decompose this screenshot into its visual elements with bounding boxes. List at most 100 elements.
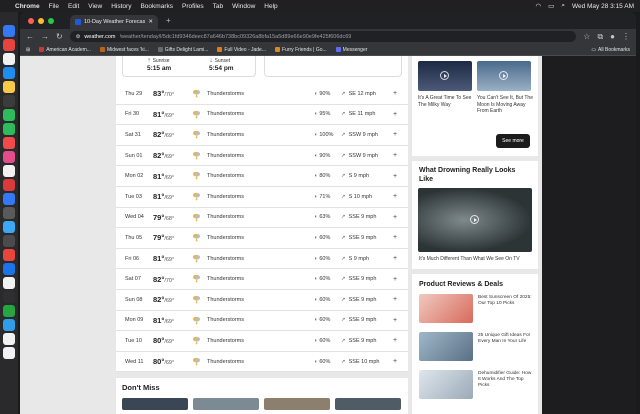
deal-image[interactable] — [419, 294, 473, 323]
forecast-row[interactable]: Tue 10 80°/69° Thunderstorms ◖ 60% ➚ SSE 9 mph… — [116, 331, 408, 352]
forward-icon[interactable]: → — [41, 32, 49, 41]
expand-icon[interactable]: + — [393, 131, 397, 138]
app-icon[interactable] — [3, 333, 15, 345]
bookmark-item[interactable]: Midwest faces 'ki... — [99, 47, 149, 53]
expand-icon[interactable]: + — [393, 276, 397, 283]
minimize-window-icon[interactable] — [38, 17, 44, 24]
bookmark-item[interactable]: Full Video - Jade... — [217, 47, 266, 53]
forecast-row[interactable]: Mon 02 81°/69° Thunderstorms ◖ 80% ➚ S 9 mph + — [116, 166, 408, 187]
new-tab-icon[interactable]: + — [166, 16, 171, 25]
expand-icon[interactable]: + — [393, 111, 397, 118]
forecast-row[interactable]: Tue 03 81°/69° Thunderstorms ◖ 71% ➚ S 10 mph + — [116, 187, 408, 208]
wifi-icon[interactable]: ◠ — [536, 2, 542, 10]
app-icon[interactable] — [3, 165, 15, 177]
menu-file[interactable]: File — [49, 3, 59, 10]
app-icon[interactable] — [3, 221, 15, 233]
app-icon[interactable] — [3, 67, 15, 79]
expand-icon[interactable]: + — [393, 255, 397, 262]
site-info-icon[interactable]: ⊜ — [76, 34, 81, 40]
close-window-icon[interactable] — [28, 17, 34, 24]
forecast-row[interactable]: Sun 08 82°/69° Thunderstorms ◖ 60% ➚ SSE 9 mph… — [116, 290, 408, 311]
menu-profiles[interactable]: Profiles — [182, 3, 204, 10]
see-more-button[interactable]: See more — [496, 134, 530, 148]
forecast-row[interactable]: Fri 30 81°/69° Thunderstorms ◖ 95% ➚ SE 11 mph… — [116, 105, 408, 126]
menu-bookmarks[interactable]: Bookmarks — [140, 3, 173, 10]
expand-icon[interactable]: + — [393, 296, 397, 303]
video-thumb-moon[interactable] — [477, 61, 531, 91]
all-bookmarks[interactable]: ▭ All Bookmarks — [591, 47, 630, 53]
close-tab-icon[interactable]: ✕ — [148, 19, 153, 25]
bookmark-item[interactable]: Messenger — [335, 47, 367, 53]
deal-text[interactable]: Best Sunscreen Of 2025: Our Top 10 Picks — [478, 295, 534, 307]
app-icon[interactable] — [3, 319, 15, 331]
dont-miss-thumb[interactable] — [335, 398, 401, 410]
bookmark-item[interactable]: American Academ... — [39, 47, 91, 53]
address-bar[interactable]: ⊜ weather.com/weather/tenday/l/5dc1fd934… — [69, 31, 577, 42]
dont-miss-thumb[interactable] — [122, 398, 188, 410]
expand-icon[interactable]: + — [393, 358, 397, 365]
menu-view[interactable]: View — [88, 3, 102, 10]
app-icon[interactable] — [3, 123, 15, 135]
app-icon[interactable] — [3, 235, 15, 247]
menu-window[interactable]: Window — [232, 3, 255, 10]
forecast-row[interactable]: Wed 11 80°/69° Thunderstorms ◖ 60% ➚ SSE 10 mp… — [116, 352, 408, 373]
bookmark-item[interactable]: Gifts Delight Lami... — [157, 47, 208, 53]
deal-item[interactable]: Dehumidifier Guide: How It Works And The… — [419, 370, 533, 400]
forecast-row[interactable]: Sat 07 82°/70° Thunderstorms ◖ 60% ➚ SSE 9 mph… — [116, 269, 408, 290]
video-caption[interactable]: It's A Great Time To See The Milky Way — [418, 95, 472, 108]
drowning-caption[interactable]: It's Much Different Than What We See On … — [419, 256, 533, 263]
menu-app-name[interactable]: Chrome — [15, 3, 40, 10]
app-icon[interactable] — [3, 249, 15, 261]
forecast-row[interactable]: Mon 09 81°/69° Thunderstorms ◖ 60% ➚ SSE 9 mph… — [116, 311, 408, 332]
deal-text[interactable]: 25 Unique Gift Ideas For Every Man In Yo… — [478, 333, 534, 345]
zoom-window-icon[interactable] — [48, 17, 54, 24]
video-caption[interactable]: You Can't See It, But The Moon Is Moving… — [477, 95, 533, 115]
app-icon[interactable] — [3, 39, 15, 51]
expand-icon[interactable]: + — [393, 90, 397, 97]
app-icon[interactable] — [3, 53, 15, 65]
dont-miss-thumb[interactable] — [193, 398, 259, 410]
bookmark-item[interactable]: Furry Friends | Go... — [275, 47, 327, 53]
app-icon[interactable] — [3, 179, 15, 191]
clock[interactable]: Wed May 28 3:15 AM — [572, 3, 634, 10]
dont-miss-thumb[interactable] — [264, 398, 330, 410]
search-icon[interactable]: ⌕ — [561, 2, 565, 10]
menu-tab[interactable]: Tab — [213, 3, 223, 10]
forecast-row[interactable]: Sun 01 82°/69° Thunderstorms ◖ 90% ➚ SSW 9 mph… — [116, 146, 408, 167]
app-icon[interactable] — [3, 137, 15, 149]
back-icon[interactable]: ← — [26, 32, 34, 41]
expand-icon[interactable]: + — [393, 337, 397, 344]
forecast-row[interactable]: Thu 29 83°/70° Thunderstorms ◖ 90% ➚ SE 12 mph… — [116, 84, 408, 105]
deal-image[interactable] — [419, 370, 473, 399]
play-icon[interactable] — [440, 71, 449, 80]
app-icon[interactable] — [3, 207, 15, 219]
app-icon[interactable] — [3, 81, 15, 93]
apps-grid-icon[interactable]: ⊞ — [26, 47, 30, 53]
tab-weather[interactable]: 10-Day Weather Forecast for ✕ — [70, 15, 158, 29]
deal-image[interactable] — [419, 332, 473, 361]
expand-icon[interactable]: + — [393, 317, 397, 324]
drowning-title[interactable]: What Drowning Really Looks Like — [419, 166, 531, 184]
app-icon[interactable] — [3, 277, 15, 289]
play-icon[interactable] — [470, 215, 479, 224]
app-icon[interactable] — [3, 95, 15, 107]
profile-avatar[interactable]: ● — [610, 32, 615, 41]
expand-icon[interactable]: + — [393, 193, 397, 200]
menu-edit[interactable]: Edit — [68, 3, 79, 10]
app-icon[interactable] — [3, 347, 15, 359]
play-icon[interactable] — [499, 71, 508, 80]
app-icon[interactable] — [3, 109, 15, 121]
menu-kebab-icon[interactable]: ⋮ — [622, 32, 630, 41]
app-icon[interactable] — [3, 305, 15, 317]
expand-icon[interactable]: + — [393, 173, 397, 180]
reload-icon[interactable]: ↻ — [56, 32, 63, 41]
deal-item[interactable]: 25 Unique Gift Ideas For Every Man In Yo… — [419, 332, 533, 362]
app-icon[interactable] — [3, 193, 15, 205]
star-icon[interactable]: ☆ — [583, 32, 590, 41]
deal-text[interactable]: Dehumidifier Guide: How It Works And The… — [478, 371, 534, 389]
battery-icon[interactable]: ▭ — [548, 2, 554, 10]
deal-item[interactable]: Best Sunscreen Of 2025: Our Top 10 Picks — [419, 294, 533, 324]
expand-icon[interactable]: + — [393, 214, 397, 221]
video-thumb-drowning[interactable] — [418, 188, 532, 252]
app-icon[interactable] — [3, 263, 15, 275]
